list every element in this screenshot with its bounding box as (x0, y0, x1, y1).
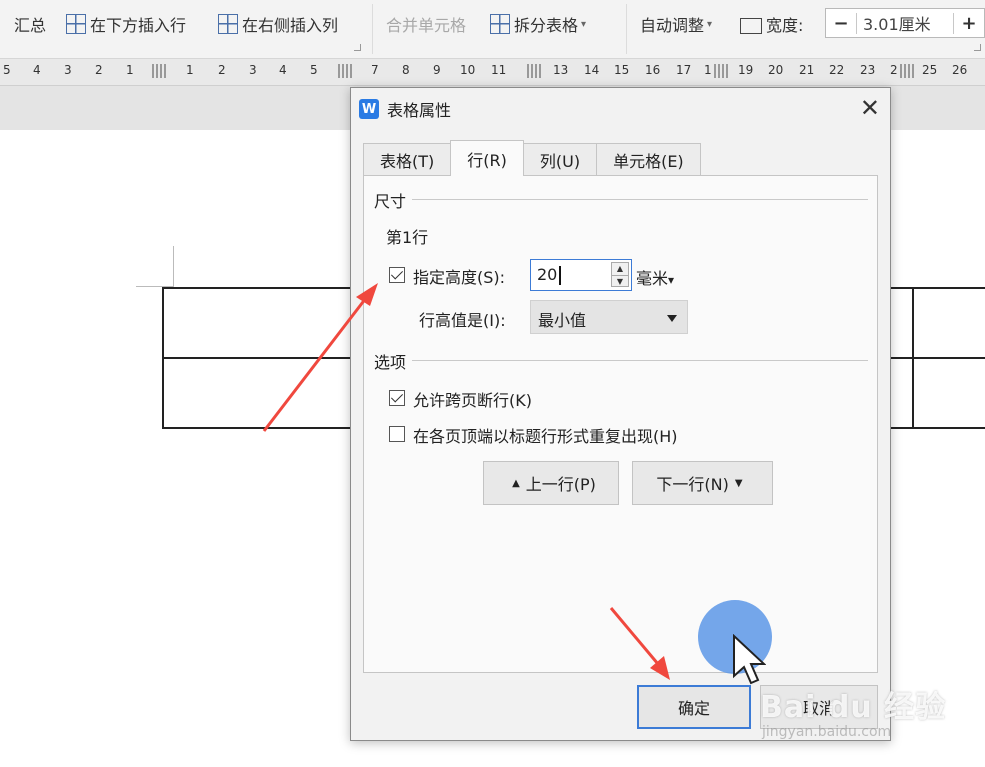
annotation-arrow-line (262, 297, 368, 432)
annotation-arrow-head (356, 283, 378, 306)
watermark-url: jingyan.baidu.com (762, 724, 892, 740)
watermark-logo: Bai du 经验 (760, 690, 947, 725)
annotation-arrow-line (609, 607, 660, 665)
tab-row[interactable]: 行(R) (450, 140, 524, 176)
mouse-cursor-icon (733, 634, 766, 685)
annotation-arrows (262, 283, 670, 680)
